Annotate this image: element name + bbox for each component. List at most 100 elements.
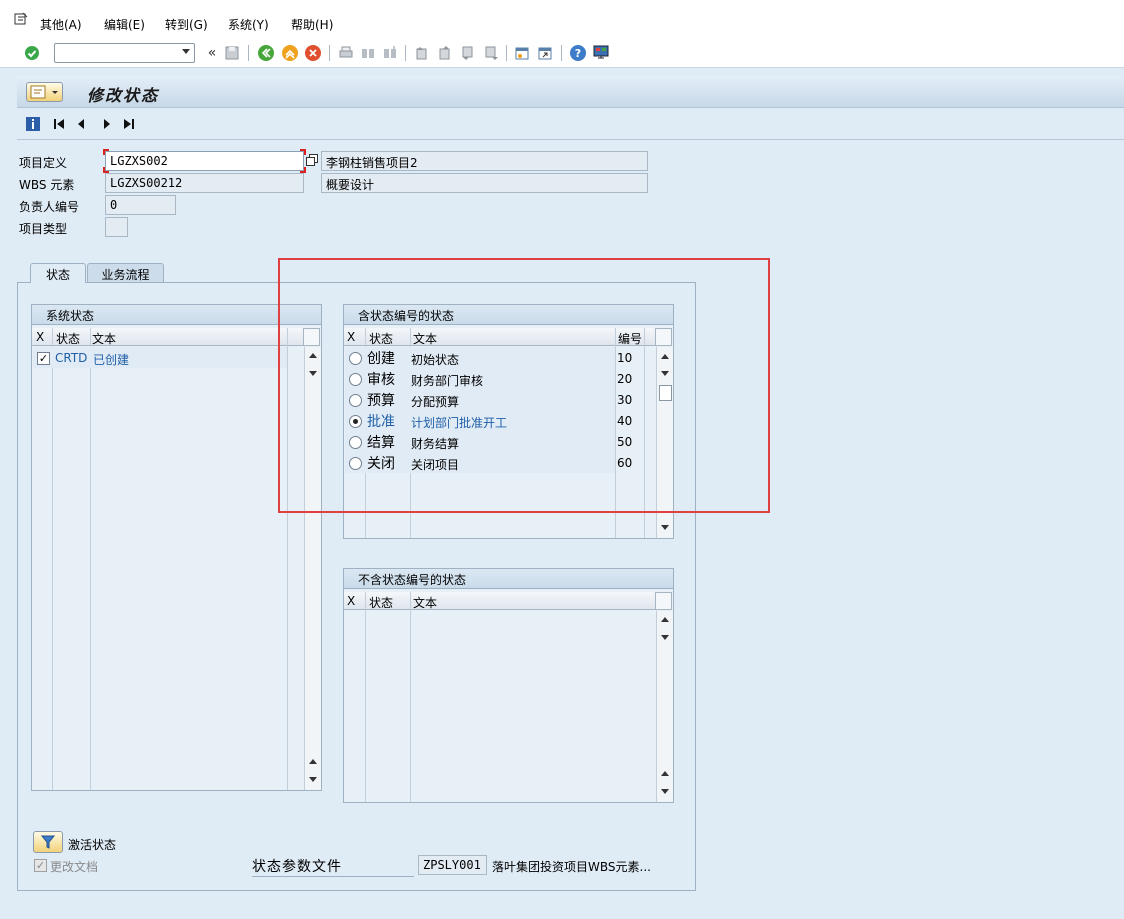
previous-record-icon[interactable] (73, 116, 89, 132)
save-icon[interactable] (222, 43, 242, 63)
number-cell: 40 (617, 414, 633, 428)
scroll-thumb[interactable] (659, 385, 672, 401)
chevron-down-icon[interactable] (182, 49, 190, 54)
shortcut-icon[interactable] (535, 43, 555, 63)
screen-menu-button[interactable] (26, 82, 63, 102)
column-settings-button[interactable] (655, 592, 672, 610)
prev-page-icon[interactable] (435, 43, 455, 63)
col-text: 文本 (413, 596, 438, 610)
col-number: 编号 (618, 332, 643, 346)
vertical-scrollbar[interactable] (304, 347, 321, 790)
column-divider (365, 592, 366, 802)
number-cell: 60 (617, 456, 633, 470)
find-icon[interactable] (358, 43, 378, 63)
toolbar-separator (329, 45, 330, 61)
status-radio[interactable] (349, 457, 362, 470)
project-type-field (105, 217, 128, 237)
status-radio[interactable] (349, 415, 362, 428)
col-x: X (36, 330, 45, 344)
help-icon[interactable]: ? (568, 43, 588, 63)
scroll-up-icon[interactable] (661, 354, 669, 359)
col-text: 文本 (92, 332, 117, 346)
menu-system[interactable]: 系统(Y) (228, 16, 269, 33)
text-cell: 关闭项目 (411, 458, 460, 472)
wbs-label: WBS 元素 (19, 178, 75, 192)
column-divider (644, 328, 645, 538)
group-title: 系统状态 (32, 305, 321, 325)
activate-status-button[interactable] (33, 831, 63, 853)
toolbar-separator (561, 45, 562, 61)
first-page-icon[interactable] (412, 43, 432, 63)
column-settings-button[interactable] (655, 328, 672, 346)
status-radio[interactable] (349, 394, 362, 407)
activate-status-label: 激活状态 (68, 838, 117, 852)
first-record-icon[interactable] (51, 116, 67, 132)
exit-icon[interactable] (280, 43, 300, 63)
menu-edit[interactable]: 编辑(E) (104, 16, 145, 33)
new-session-icon[interactable] (512, 43, 532, 63)
status-radio[interactable] (349, 436, 362, 449)
menu-help[interactable]: 帮助(H) (291, 16, 333, 33)
system-status-group: 系统状态 X 状态 文本 ✓ CRTD 已创建 (31, 304, 322, 791)
number-cell: 10 (617, 351, 633, 365)
column-divider (52, 328, 53, 790)
group-title: 含状态编号的状态 (344, 305, 673, 325)
project-def-field[interactable]: LGZXS002 (105, 151, 304, 171)
scroll-down-icon[interactable] (309, 777, 317, 782)
scroll-up-icon[interactable] (309, 353, 317, 358)
column-settings-button[interactable] (303, 328, 320, 346)
scroll-down-icon[interactable] (309, 371, 317, 376)
numbered-status-group: 含状态编号的状态 X 状态 文本 编号 创建 初始状态 10 审核 财务部门审核 20 预算… (343, 304, 674, 539)
status-cell: 预算 (367, 393, 395, 409)
menu-other[interactable]: 其他(A) (40, 16, 82, 33)
next-page-icon[interactable] (458, 43, 478, 63)
scroll-down-icon[interactable] (661, 525, 669, 530)
status-profile-label: 状态参数文件 (252, 856, 414, 877)
last-record-icon[interactable] (121, 116, 137, 132)
number-cell: 50 (617, 435, 633, 449)
number-cell: 30 (617, 393, 633, 407)
cancel-icon[interactable] (303, 43, 323, 63)
toolbar-separator (405, 45, 406, 61)
menu-goto[interactable]: 转到(G) (165, 16, 208, 33)
status-radio[interactable] (349, 373, 362, 386)
back-icon[interactable] (256, 43, 276, 63)
double-chevron-left-icon[interactable]: « (202, 43, 222, 63)
status-cell: 结算 (367, 435, 395, 451)
change-docs-checkbox[interactable]: ✓ (34, 859, 47, 872)
status-cell: 批准 (367, 414, 395, 430)
vertical-scrollbar[interactable] (656, 611, 673, 802)
column-divider (287, 328, 288, 790)
menu-icon[interactable] (14, 12, 28, 26)
col-status: 状态 (56, 332, 81, 346)
table-header: X 状态 文本 (32, 328, 303, 346)
enter-icon[interactable] (22, 43, 42, 63)
find-next-icon[interactable] (380, 43, 400, 63)
status-cell: CRTD (55, 351, 88, 365)
print-icon[interactable] (336, 43, 356, 63)
row-checkbox[interactable]: ✓ (37, 352, 50, 365)
layout-icon[interactable] (591, 43, 611, 63)
scroll-down-icon[interactable] (661, 789, 669, 794)
table-header: X 状态 文本 (344, 592, 655, 610)
next-record-icon[interactable] (99, 116, 115, 132)
status-cell: 关闭 (367, 456, 395, 472)
standard-toolbar: « ? (0, 40, 1124, 68)
copy-icon[interactable] (306, 154, 318, 166)
svg-text:?: ? (575, 47, 581, 60)
scroll-up-icon[interactable] (661, 771, 669, 776)
status-radio[interactable] (349, 352, 362, 365)
scroll-up-icon[interactable] (309, 759, 317, 764)
project-def-description: 李钢柱销售项目2 (321, 151, 648, 171)
tab-status[interactable]: 状态 (30, 263, 86, 283)
scroll-down-icon[interactable] (661, 371, 669, 376)
scroll-up-icon[interactable] (661, 617, 669, 622)
page-title: 修改状态 (87, 86, 160, 105)
tab-workflow[interactable]: 业务流程 (87, 263, 164, 283)
last-page-icon[interactable] (481, 43, 501, 63)
command-field[interactable] (54, 43, 195, 63)
table-header: X 状态 文本 编号 (344, 328, 655, 346)
scroll-down-icon[interactable] (661, 635, 669, 640)
vertical-scrollbar[interactable] (656, 347, 673, 538)
info-icon[interactable] (25, 116, 41, 132)
